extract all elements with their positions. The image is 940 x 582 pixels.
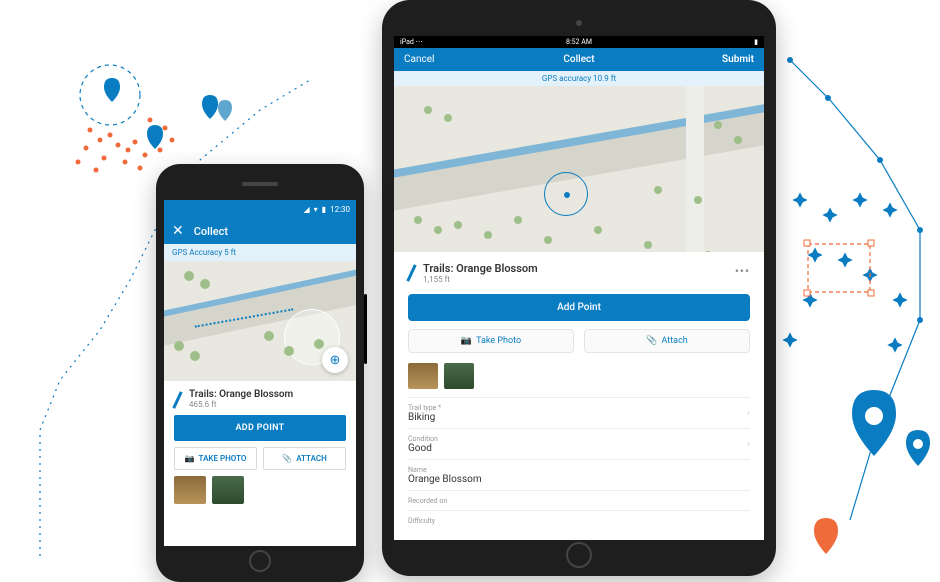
field-value: Orange Blossom [408,474,750,485]
tablet-statusbar: iPad ⋯ 8:52 AM ▮ [394,36,764,48]
paperclip-icon: 📎 [646,336,657,346]
status-time: 8:52 AM [566,38,592,46]
tablet-screen: iPad ⋯ 8:52 AM ▮ Cancel Collect Submit G… [394,36,764,540]
phone-home-button [249,550,271,572]
field-label: Name [408,466,750,474]
gps-accuracy-bar: GPS accuracy 10.9 ft [394,71,764,86]
field-label: Difficulty [408,517,750,525]
chevron-right-icon: › [747,408,750,419]
battery-icon: ▮ [754,38,758,46]
tablet-home-button [566,542,592,568]
trail-icon [172,391,182,409]
field-label: Recorded on [408,497,750,505]
phone-form-panel: Trails: Orange Blossom 465.6 ft ADD POIN… [164,381,356,512]
field-difficulty[interactable]: Difficulty [408,511,750,530]
attach-label: ATTACH [296,454,327,463]
camera-icon: 📷 [185,454,195,463]
trail-icon [406,264,416,282]
phone-power-button [364,294,367,364]
attach-button[interactable]: 📎 Attach [584,329,750,353]
phone-header: ✕ Collect [164,218,356,244]
tablet-header: Cancel Collect Submit [394,48,764,71]
feature-subtitle: 465.6 ft [189,400,293,409]
phone-speaker [242,182,278,186]
phone-map[interactable]: ⊕ [164,261,356,381]
field-value: Good [408,443,750,454]
attach-button[interactable]: 📎 ATTACH [263,447,346,470]
attachment-thumbnails [174,476,346,504]
phone-device: ◢ ▾ ▮ 12:30 ✕ Collect GPS Accuracy 5 ft … [156,164,364,582]
crosshair-icon: ⊕ [330,353,341,368]
phone-statusbar: ◢ ▾ ▮ 12:30 [164,200,356,218]
cancel-button[interactable]: Cancel [404,54,434,65]
field-trailtype[interactable]: Trail type * Biking › [408,398,750,429]
thumbnail[interactable] [444,363,474,389]
tablet-device: iPad ⋯ 8:52 AM ▮ Cancel Collect Submit G… [382,0,776,576]
tablet-camera [576,20,582,26]
field-label: Condition [408,435,750,443]
add-point-button[interactable]: ADD POINT [174,415,346,441]
tablet-form-panel: Trails: Orange Blossom 1,155 ft ••• Add … [394,252,764,540]
wifi-icon: ▾ [314,205,318,214]
feature-subtitle: 1,155 ft [423,275,538,284]
locate-button[interactable]: ⊕ [322,347,348,373]
form-fields: Trail type * Biking › Condition Good › N… [408,397,750,530]
field-recordedon[interactable]: Recorded on [408,491,750,511]
close-button[interactable]: ✕ [172,223,184,239]
thumbnail[interactable] [174,476,206,504]
field-condition[interactable]: Condition Good › [408,429,750,460]
feature-title: Trails: Orange Blossom [423,262,538,275]
thumbnail[interactable] [408,363,438,389]
gps-accuracy-bar: GPS Accuracy 5 ft [164,244,356,261]
feature-title: Trails: Orange Blossom [189,389,293,400]
carrier-label: iPad ⋯ [400,38,423,46]
header-title: Collect [194,225,228,238]
more-button[interactable]: ••• [735,264,750,278]
paperclip-icon: 📎 [282,454,292,463]
take-photo-button[interactable]: 📷 TAKE PHOTO [174,447,257,470]
header-title: Collect [563,54,594,65]
camera-icon: 📷 [461,336,472,346]
attachment-thumbnails [408,363,750,389]
status-time: 12:30 [330,205,350,214]
chevron-right-icon: › [747,439,750,450]
attach-label: Attach [661,336,687,346]
signal-icon: ◢ [304,205,310,214]
tablet-map[interactable] [394,86,764,252]
field-label: Trail type * [408,404,750,412]
field-value: Biking [408,412,750,423]
field-name[interactable]: Name Orange Blossom [408,460,750,491]
phone-screen: ◢ ▾ ▮ 12:30 ✕ Collect GPS Accuracy 5 ft … [164,200,356,546]
take-photo-label: TAKE PHOTO [199,454,247,463]
submit-button[interactable]: Submit [722,54,754,65]
thumbnail[interactable] [212,476,244,504]
take-photo-label: Take Photo [476,336,521,346]
battery-icon: ▮ [322,205,326,214]
take-photo-button[interactable]: 📷 Take Photo [408,329,574,353]
add-point-button[interactable]: Add Point [408,294,750,321]
